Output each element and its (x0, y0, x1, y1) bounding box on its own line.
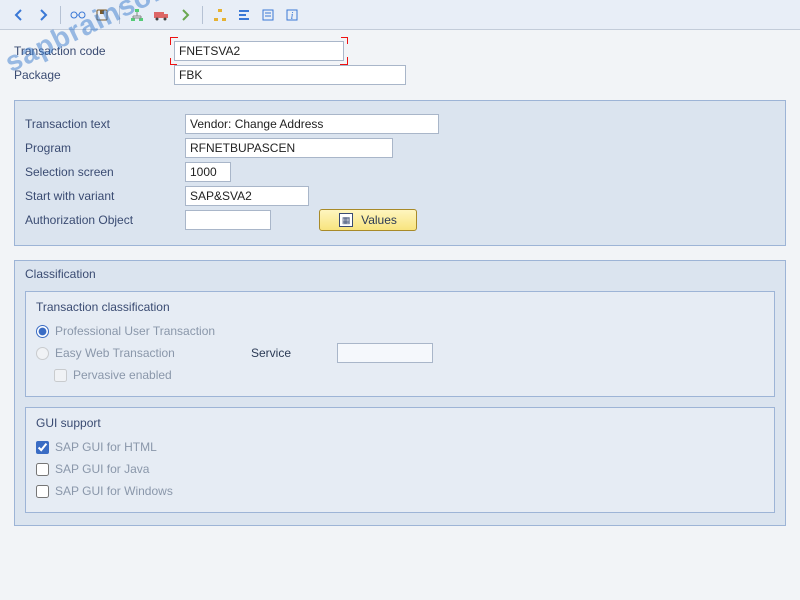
trans-text-input[interactable] (185, 114, 439, 134)
sel-screen-label: Selection screen (25, 165, 185, 179)
values-button-label: Values (361, 213, 397, 227)
classification-title: Classification (25, 267, 775, 281)
service-input[interactable] (337, 343, 433, 363)
toolbar-separator (119, 6, 120, 24)
align-icon[interactable] (233, 4, 255, 26)
tcode-row: Transaction code (14, 40, 786, 62)
opt-easy-row: Easy Web Transaction Service (36, 342, 764, 364)
toolbar-separator (202, 6, 203, 24)
opt-easy-label: Easy Web Transaction (55, 346, 245, 360)
tcode-label: Transaction code (14, 44, 174, 58)
gui-html-row: SAP GUI for HTML (36, 436, 764, 458)
variant-label: Start with variant (25, 189, 185, 203)
list-icon[interactable] (257, 4, 279, 26)
program-label: Program (25, 141, 185, 155)
opt-professional-row: Professional User Transaction (36, 320, 764, 342)
package-row: Package (14, 64, 786, 86)
gui-html-check[interactable] (36, 441, 49, 454)
table-icon: ▦ (339, 213, 353, 227)
svg-text:i: i (291, 11, 294, 22)
gui-java-label: SAP GUI for Java (55, 462, 149, 476)
opt-pervasive-label: Pervasive enabled (73, 368, 172, 382)
classification-group: Classification Transaction classificatio… (14, 260, 786, 526)
gui-html-label: SAP GUI for HTML (55, 440, 157, 454)
package-label: Package (14, 68, 174, 82)
gui-support-title: GUI support (36, 416, 764, 430)
values-button[interactable]: ▦ Values (319, 209, 417, 231)
sel-screen-input[interactable] (185, 162, 231, 182)
gui-java-check[interactable] (36, 463, 49, 476)
opt-professional-label: Professional User Transaction (55, 324, 215, 338)
trans-text-label: Transaction text (25, 117, 185, 131)
program-input[interactable] (185, 138, 393, 158)
save-icon[interactable] (91, 4, 113, 26)
opt-easy-radio[interactable] (36, 347, 49, 360)
tcode-required-frame (174, 41, 344, 61)
toolbar-separator (60, 6, 61, 24)
authobj-label: Authorization Object (25, 213, 185, 227)
opt-pervasive-row: Pervasive enabled (36, 364, 764, 386)
tree-icon[interactable] (209, 4, 231, 26)
details-group: Transaction text Program Selection scree… (14, 100, 786, 246)
info-icon[interactable]: i (281, 4, 303, 26)
gui-windows-row: SAP GUI for Windows (36, 480, 764, 502)
transport-icon[interactable] (150, 4, 172, 26)
forward-icon[interactable] (32, 4, 54, 26)
authobj-input[interactable] (185, 210, 271, 230)
tcode-input[interactable] (174, 41, 344, 61)
toolbar: i (0, 0, 800, 30)
gui-support-subgroup: GUI support SAP GUI for HTML SAP GUI for… (25, 407, 775, 513)
trans-class-subgroup: Transaction classification Professional … (25, 291, 775, 397)
back-icon[interactable] (8, 4, 30, 26)
hierarchy-icon[interactable] (126, 4, 148, 26)
opt-pervasive-check[interactable] (54, 369, 67, 382)
variant-input[interactable] (185, 186, 309, 206)
gui-java-row: SAP GUI for Java (36, 458, 764, 480)
gui-windows-label: SAP GUI for Windows (55, 484, 173, 498)
gui-windows-check[interactable] (36, 485, 49, 498)
opt-professional-radio[interactable] (36, 325, 49, 338)
glasses-icon[interactable] (67, 4, 89, 26)
service-label: Service (251, 346, 331, 360)
package-input[interactable] (174, 65, 406, 85)
trans-class-title: Transaction classification (36, 300, 764, 314)
content-area: Transaction code Package Transaction tex… (0, 30, 800, 540)
next-icon[interactable] (174, 4, 196, 26)
